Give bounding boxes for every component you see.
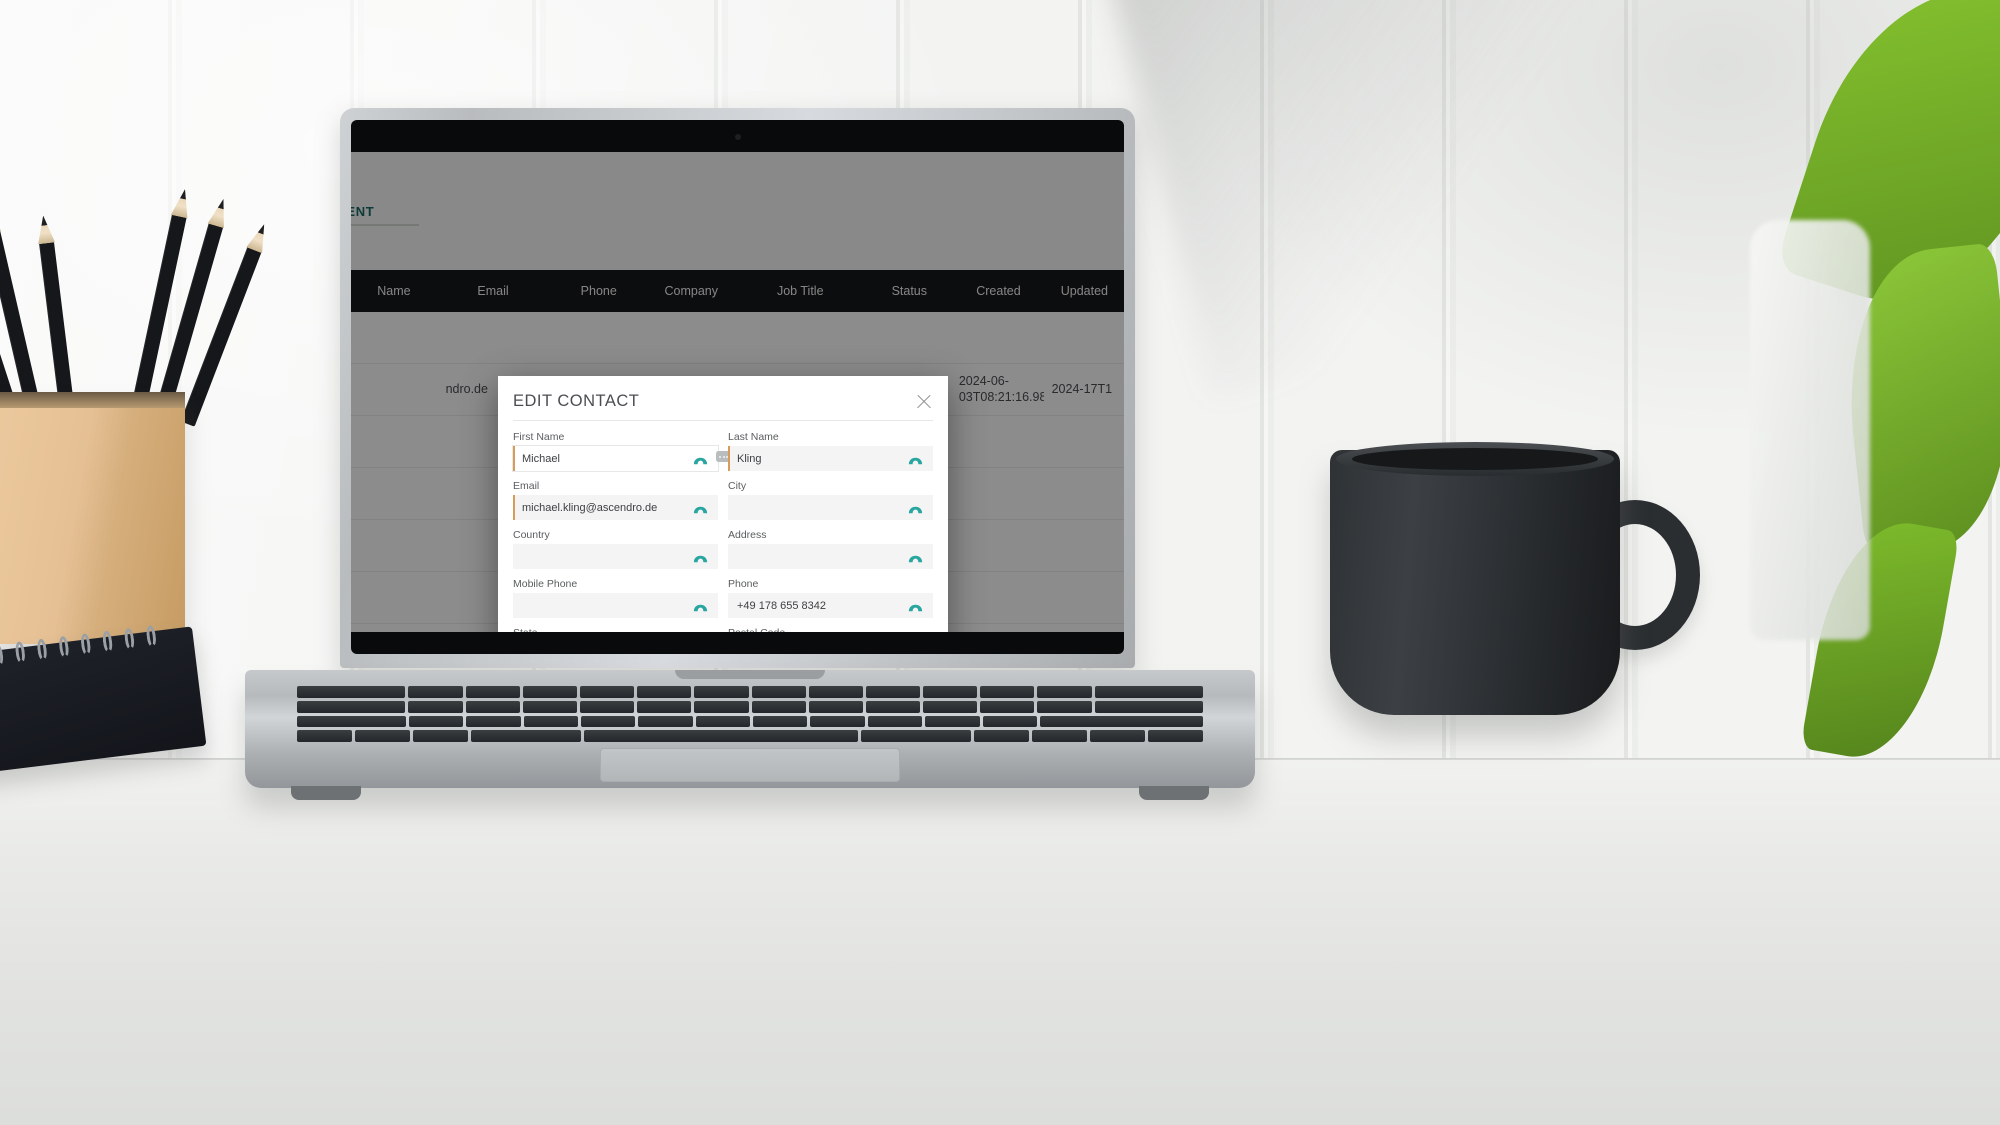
label-email: Email [513,480,540,492]
field-last-name: Last Name [728,431,933,471]
label-phone: Phone [728,578,759,590]
dialog-header: EDIT CONTACT [513,392,933,411]
label-state: State [513,627,718,632]
field-postal-code: Postal Code [728,627,933,632]
field-email: Email [513,480,718,520]
field-city: City [728,480,933,520]
screen-bezel: MENT Name Email Phone Company Job Title … [351,120,1124,654]
laptop-foot [1139,786,1209,800]
label-city: City [728,480,747,492]
last-name-input[interactable] [728,446,933,471]
email-input[interactable] [513,495,718,520]
dialog-title: EDIT CONTACT [513,392,640,410]
city-input[interactable] [728,495,933,520]
laptop-lid: MENT Name Email Phone Company Job Title … [340,108,1135,668]
laptop-base [245,670,1255,800]
laptop: MENT Name Email Phone Company Job Title … [240,108,1260,800]
lid-notch [675,670,825,679]
field-country: Country [513,529,718,569]
address-input[interactable] [728,544,933,569]
label-mobile-phone: Mobile Phone [513,578,578,590]
keyboard-row [297,715,1203,728]
field-mobile-phone: Mobile Phone [513,578,718,618]
phone-input[interactable] [728,593,933,618]
field-address: Address [728,529,933,569]
photo-scene: MENT Name Email Phone Company Job Title … [0,0,2000,1125]
label-last-name: Last Name [728,431,779,443]
label-address: Address [728,529,767,541]
label-country: Country [513,529,550,541]
keyboard-row [297,686,1203,698]
keyboard-row [297,730,1203,742]
coffee-mug [1330,442,1620,715]
webcam [734,134,741,140]
desk-surface [0,760,2000,1125]
laptop-foot [291,786,361,800]
field-first-name: First Name [513,431,731,471]
contact-form-grid: First Name Michael Last Name Kling Email… [513,431,933,632]
laptop-screen: MENT Name Email Phone Company Job Title … [351,152,1124,632]
close-icon[interactable] [915,393,933,411]
bottle-object [1750,220,1870,640]
label-first-name: First Name [513,431,565,443]
first-name-input[interactable] [513,446,718,471]
edit-contact-dialog: EDIT CONTACT First Name Michael Last Nam… [498,376,948,632]
mobile-phone-input[interactable] [513,593,718,618]
country-input[interactable] [513,544,718,569]
keyboard[interactable] [297,686,1203,742]
field-phone: Phone [728,578,933,618]
label-postal-code: Postal Code [728,627,933,632]
keyboard-row [297,700,1203,713]
dialog-divider [513,420,933,421]
pencil-holder [0,392,185,644]
trackpad[interactable] [600,748,900,782]
field-state: State [513,627,718,632]
